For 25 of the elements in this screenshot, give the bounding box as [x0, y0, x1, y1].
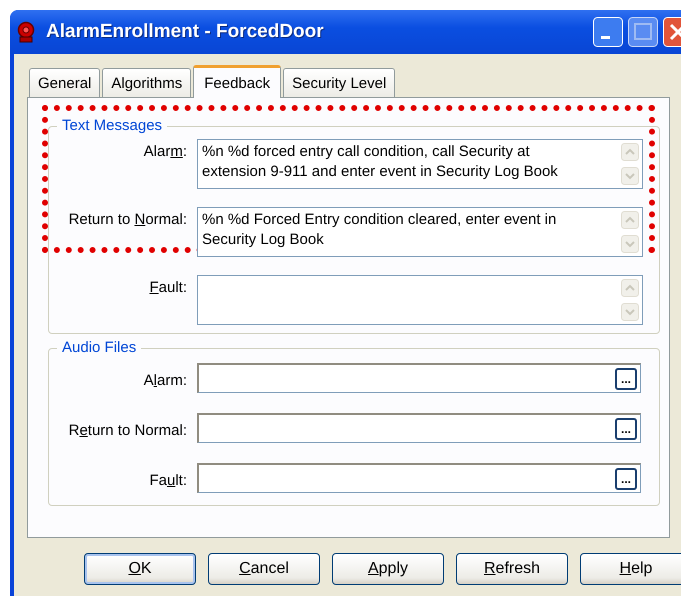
file-field[interactable]: ... — [197, 463, 641, 493]
group-title: Text Messages — [57, 117, 168, 134]
tab[interactable]: Security Level — [283, 68, 396, 97]
field-label: Alarm: — [142, 142, 188, 160]
dialog-button[interactable]: OK — [84, 553, 196, 585]
dialog-button[interactable]: Refresh — [456, 553, 568, 585]
tab[interactable]: General — [29, 68, 100, 97]
text-field[interactable]: %n %d forced entry call condition, call Security at extension 9-911 and enter event in Security Log Book — [197, 139, 643, 189]
file-field[interactable]: ... — [197, 363, 641, 393]
dialog-button[interactable]: Help — [580, 553, 681, 585]
browse-button[interactable]: ... — [615, 468, 637, 490]
dialog-button[interactable]: Apply — [332, 553, 444, 585]
field-label: Fault: — [148, 470, 188, 488]
tab[interactable]: Algorithms — [102, 68, 192, 97]
window-title: AlarmEnrollment - ForcedDoor — [46, 21, 325, 43]
text-field[interactable]: %n %d Forced Entry condition cleared, enter event in Security Log Book — [197, 207, 643, 257]
tab[interactable]: Feedback — [193, 65, 282, 98]
dialog-button[interactable]: Cancel — [208, 553, 320, 585]
field-label: Return to Normal: — [68, 420, 188, 438]
field-label: Fault: — [148, 278, 188, 296]
browse-button[interactable]: ... — [615, 418, 637, 440]
field-label: Return to Normal: — [68, 210, 188, 228]
browse-button[interactable]: ... — [615, 368, 637, 390]
field-label: Alarm: — [142, 370, 188, 388]
file-field[interactable]: ... — [197, 413, 641, 443]
